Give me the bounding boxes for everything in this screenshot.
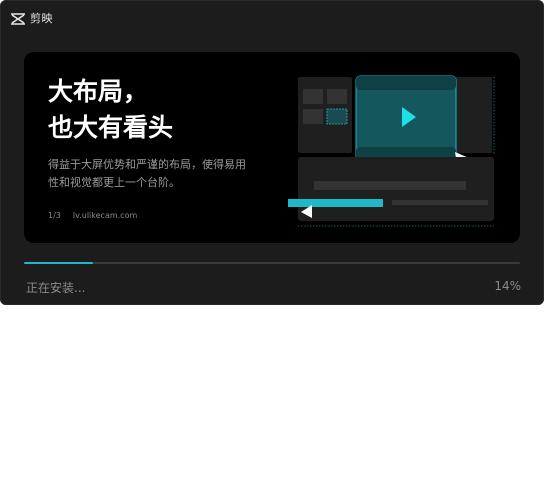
install-progress-bar: [24, 262, 520, 264]
media-thumb: [327, 89, 347, 104]
banner-description: 得益于大屏优势和严谨的布局，使得易用性和视觉都更上一个台阶。: [48, 158, 246, 189]
media-thumb: [303, 89, 323, 104]
website-url: lv.ulikecam.com: [72, 211, 138, 220]
headline-line-2: 也大有看头: [48, 113, 174, 142]
install-status: 正在安装...: [26, 281, 86, 295]
banner-footer: 1/3 lv.ulikecam.com: [48, 211, 137, 220]
timeline-track: [392, 200, 488, 205]
media-thumb-selected: [326, 108, 348, 125]
timeline-clip-selected: [288, 199, 383, 207]
feature-banner: 大布局， 也大有看头 得益于大屏优势和严谨的布局，使得易用性和视觉都更上一个台阶…: [24, 52, 520, 243]
install-percent: 14%: [494, 279, 521, 293]
capcut-logo-icon: [10, 11, 26, 25]
properties-panel: [456, 77, 492, 153]
title-bar: 剪映: [10, 9, 53, 27]
install-progress-fill: [24, 262, 94, 264]
headline-line-1: 大布局，: [48, 77, 149, 106]
timeline-track: [314, 181, 466, 190]
app-name: 剪映: [30, 12, 53, 25]
media-thumb: [303, 109, 323, 124]
installer-window: 剪映 大布局， 也大有看头 得益于大屏优势和严谨的布局，使得易用性和视觉都更上一…: [0, 0, 544, 305]
banner-headline: 大布局， 也大有看头: [48, 74, 173, 146]
layout-illustration: [288, 75, 495, 227]
page-indicator: 1/3: [48, 211, 61, 220]
